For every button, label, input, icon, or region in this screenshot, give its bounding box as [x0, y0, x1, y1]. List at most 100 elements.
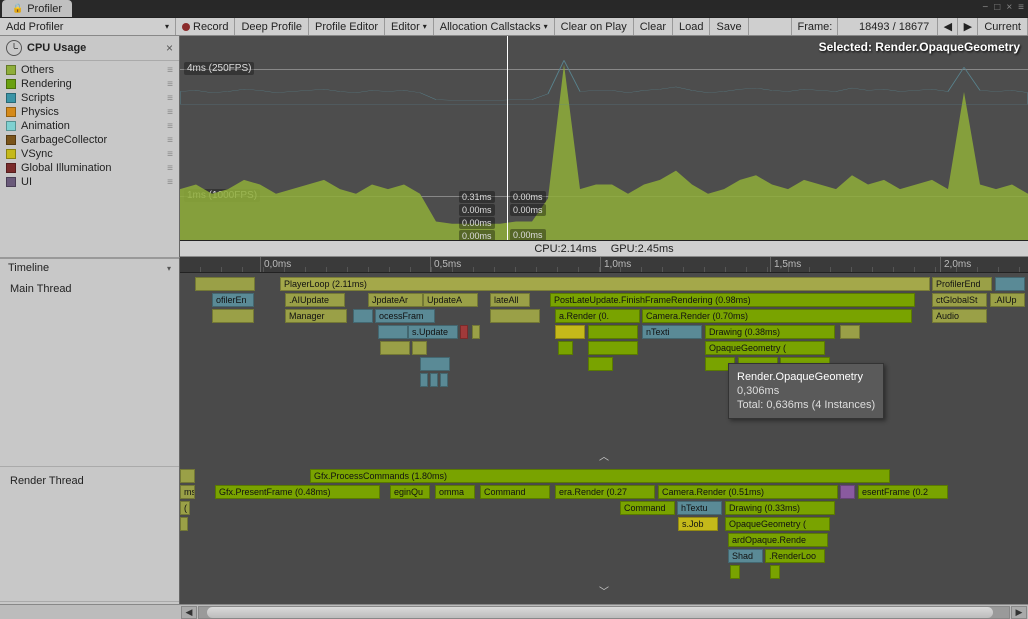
timeline-block[interactable]	[555, 325, 585, 339]
record-button[interactable]: Record	[176, 18, 235, 35]
window-menu-icon[interactable]: ≡	[1018, 2, 1024, 13]
timeline-block[interactable]	[420, 373, 428, 387]
timeline-block[interactable]	[180, 517, 188, 531]
legend-item[interactable]: UI	[0, 175, 179, 189]
scroll-thumb[interactable]	[207, 607, 993, 618]
timeline-block[interactable]: ctGlobalSt	[932, 293, 987, 307]
timeline-block[interactable]	[440, 373, 448, 387]
playhead[interactable]	[507, 36, 508, 240]
timeline-block[interactable]	[995, 277, 1025, 291]
timeline-block[interactable]: ProfilerEnd	[932, 277, 992, 291]
timeline-block[interactable]: (	[180, 501, 190, 515]
timeline-block[interactable]: Shad	[728, 549, 763, 563]
timeline-block[interactable]: ms)	[180, 485, 195, 499]
timeline-block[interactable]: eginQu	[390, 485, 430, 499]
timeline-block[interactable]: OpaqueGeometry (	[725, 517, 830, 531]
window-close-icon[interactable]: ×	[1006, 2, 1012, 13]
timeline-block[interactable]: .AIUpdate	[285, 293, 345, 307]
timeline-block[interactable]	[840, 325, 860, 339]
timeline-block[interactable]	[588, 325, 638, 339]
timeline-block[interactable]: Camera.Render (0.70ms)	[642, 309, 912, 323]
load-button[interactable]: Load	[673, 18, 710, 35]
timeline-block[interactable]: PostLateUpdate.FinishFrameRendering (0.9…	[550, 293, 915, 307]
timeline-block[interactable]: Drawing (0.33ms)	[725, 501, 835, 515]
timeline-block[interactable]	[588, 341, 638, 355]
timeline-block[interactable]: omma	[435, 485, 475, 499]
scroll-left-icon[interactable]: ◀	[181, 606, 197, 619]
timeline-block[interactable]: .AIUp	[990, 293, 1025, 307]
timeline-block[interactable]: JpdateAr	[368, 293, 423, 307]
legend-item[interactable]: Global Illumination	[0, 161, 179, 175]
timeline-block[interactable]	[770, 565, 780, 579]
timeline-block[interactable]: ofilerEn	[212, 293, 254, 307]
tab-profiler[interactable]: 🔒 Profiler	[2, 0, 72, 17]
timeline-block[interactable]	[490, 309, 540, 323]
window-max-icon[interactable]: □	[994, 2, 1000, 13]
timeline-block[interactable]	[212, 309, 254, 323]
timeline-ruler[interactable]: 0,0ms0,5ms1,0ms1,5ms2,0ms	[180, 257, 1028, 273]
timeline-block[interactable]: esentFrame (0.2	[858, 485, 948, 499]
legend-item[interactable]: GarbageCollector	[0, 133, 179, 147]
timeline-block[interactable]	[180, 469, 195, 483]
profiler-module-header[interactable]: CPU Usage ×	[0, 36, 179, 61]
timeline-block[interactable]: ocessFram	[375, 309, 435, 323]
timeline-block[interactable]	[378, 325, 408, 339]
next-frame-button[interactable]: ▶	[958, 18, 978, 35]
timeline-block[interactable]	[353, 309, 373, 323]
legend-item[interactable]: Others	[0, 63, 179, 77]
timeline-block[interactable]: nTexti	[642, 325, 702, 339]
scroll-right-icon[interactable]: ▶	[1011, 606, 1027, 619]
legend-item[interactable]: Scripts	[0, 91, 179, 105]
timeline-block[interactable]	[472, 325, 480, 339]
editor-dropdown[interactable]: Editor	[385, 18, 434, 35]
timeline-block[interactable]: Command	[480, 485, 550, 499]
timeline-block[interactable]: OpaqueGeometry (	[705, 341, 825, 355]
timeline-block[interactable]: PlayerLoop (2.11ms)	[280, 277, 930, 291]
current-button[interactable]: Current	[978, 18, 1028, 35]
profile-editor-button[interactable]: Profile Editor	[309, 18, 385, 35]
legend-item[interactable]: Physics	[0, 105, 179, 119]
add-profiler-dropdown[interactable]: Add Profiler	[0, 18, 176, 35]
scroll-track[interactable]	[198, 606, 1010, 619]
deep-profile-button[interactable]: Deep Profile	[235, 18, 309, 35]
legend-item[interactable]: Rendering	[0, 77, 179, 91]
timeline-block[interactable]: Command	[620, 501, 675, 515]
timeline-block[interactable]: a.Render (0.	[555, 309, 640, 323]
expand-main-thread-icon[interactable]: ︿	[599, 448, 609, 463]
timeline-block[interactable]: .RenderLoo	[765, 549, 825, 563]
timeline-block[interactable]	[420, 357, 450, 371]
timeline-block[interactable]: s.Update	[408, 325, 458, 339]
timeline-block[interactable]	[730, 565, 740, 579]
timeline-block[interactable]: Gfx.PresentFrame (0.48ms)	[215, 485, 380, 499]
save-button[interactable]: Save	[710, 18, 748, 35]
timeline-block[interactable]: Camera.Render (0.51ms)	[658, 485, 838, 499]
timeline-block[interactable]	[412, 341, 427, 355]
timeline-block[interactable]: Audio	[932, 309, 987, 323]
timeline-block[interactable]	[195, 277, 255, 291]
timeline-block[interactable]: ardOpaque.Rende	[728, 533, 828, 547]
timeline-tracks[interactable]: PlayerLoop (2.11ms)ProfilerEnd ofilerEn .A…	[180, 273, 1028, 604]
timeline-block[interactable]: hTextu	[677, 501, 722, 515]
timeline-block[interactable]: UpdateA	[423, 293, 478, 307]
module-close-icon[interactable]: ×	[166, 41, 173, 55]
timeline-block[interactable]: Drawing (0.38ms)	[705, 325, 835, 339]
clear-button[interactable]: Clear	[634, 18, 673, 35]
horizontal-scrollbar[interactable]: ◀ ▶	[180, 604, 1028, 619]
timeline-block[interactable]: era.Render (0.27	[555, 485, 655, 499]
timeline-block[interactable]	[558, 341, 573, 355]
timeline-block[interactable]: Gfx.ProcessCommands (1.80ms)	[310, 469, 890, 483]
timeline-block[interactable]: s.Job	[678, 517, 718, 531]
clear-on-play-button[interactable]: Clear on Play	[555, 18, 634, 35]
expand-render-thread-icon[interactable]: ﹀	[599, 583, 609, 598]
timeline-block[interactable]: Manager	[285, 309, 347, 323]
timeline-block[interactable]	[840, 485, 855, 499]
timeline-block[interactable]	[430, 373, 438, 387]
timeline-block[interactable]: lateAll	[490, 293, 530, 307]
allocation-callstacks-dropdown[interactable]: Allocation Callstacks	[434, 18, 555, 35]
cpu-usage-graph[interactable]: Selected: Render.OpaqueGeometry 4ms (250…	[180, 36, 1028, 241]
timeline-block[interactable]	[380, 341, 410, 355]
timeline-block[interactable]	[460, 325, 468, 339]
legend-item[interactable]: Animation	[0, 119, 179, 133]
window-min-icon[interactable]: −	[982, 2, 988, 13]
timeline-block[interactable]	[588, 357, 613, 371]
